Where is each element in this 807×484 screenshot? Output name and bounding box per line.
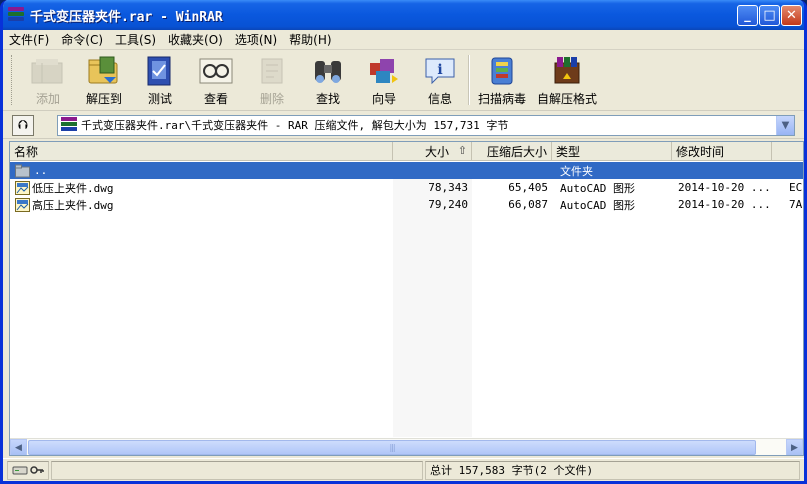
- menu-bar: 文件(F) 命令(C) 工具(S) 收藏夹(O) 选项(N) 帮助(H): [3, 30, 804, 50]
- toolbar-grip[interactable]: [11, 55, 14, 105]
- delete-button[interactable]: 删除: [244, 51, 300, 109]
- sort-up-icon: ⇧: [457, 144, 467, 157]
- status-summary-panel: 总计 157,583 字节(2 个文件): [425, 460, 800, 480]
- title-bar[interactable]: 千式变压器夹件.rar - WinRAR _ □ ✕: [3, 0, 804, 30]
- up-folder-button[interactable]: ⮉: [12, 114, 34, 136]
- maximize-button[interactable]: □: [759, 5, 780, 26]
- dwg-file-icon: [15, 197, 30, 212]
- add-icon: [29, 54, 67, 88]
- column-header-packed[interactable]: 压缩后大小: [472, 142, 552, 161]
- column-header-size[interactable]: 大小 ⇧: [393, 142, 472, 161]
- scan-virus-button[interactable]: 扫描病毒: [470, 51, 534, 109]
- test-icon: [141, 54, 179, 88]
- sfx-icon: [548, 54, 586, 88]
- dwg-file-icon: [15, 180, 30, 195]
- column-header-name[interactable]: 名称: [10, 142, 393, 161]
- winrar-window: 千式变压器夹件.rar - WinRAR _ □ ✕ 文件(F) 命令(C) 工…: [0, 0, 807, 484]
- drive-icon[interactable]: [12, 464, 28, 476]
- extract-to-button[interactable]: 解压到: [76, 51, 132, 109]
- status-bar: 总计 157,583 字节(2 个文件): [3, 458, 804, 481]
- archive-icon: [61, 117, 77, 133]
- column-headers: 名称 大小 ⇧ 压缩后大小 类型 修改时间: [10, 142, 803, 161]
- scan-virus-icon: [483, 54, 521, 88]
- add-button[interactable]: 添加: [20, 51, 76, 109]
- sfx-button[interactable]: 自解压格式: [534, 51, 600, 109]
- path-combobox[interactable]: 千式变压器夹件.rar\千式变压器夹件 - RAR 压缩文件, 解包大小为 15…: [57, 114, 795, 136]
- menu-file[interactable]: 文件(F): [3, 31, 55, 49]
- key-icon[interactable]: [30, 464, 44, 476]
- binoculars-icon: [309, 54, 347, 88]
- status-summary: 总计 157,583 字节(2 个文件): [430, 464, 594, 477]
- horizontal-scrollbar[interactable]: ◀ ||| ▶: [10, 438, 803, 455]
- close-button[interactable]: ✕: [781, 5, 802, 26]
- menu-favorites[interactable]: 收藏夹(O): [162, 31, 229, 49]
- chevron-down-icon[interactable]: ▼: [776, 115, 794, 135]
- scroll-left-button[interactable]: ◀: [10, 439, 27, 455]
- minimize-button[interactable]: _: [737, 5, 758, 26]
- menu-tools[interactable]: 工具(S): [109, 31, 162, 49]
- delete-icon: [253, 54, 291, 88]
- svg-text:i: i: [437, 62, 442, 78]
- wizard-icon: [365, 54, 403, 88]
- info-button[interactable]: i 信息: [412, 51, 468, 109]
- menu-commands[interactable]: 命令(C): [55, 31, 109, 49]
- scroll-right-button[interactable]: ▶: [786, 439, 803, 455]
- address-bar: ⮉ 千式变压器夹件.rar\千式变压器夹件 - RAR 压缩文件, 解包大小为 …: [3, 112, 804, 139]
- menu-options[interactable]: 选项(N): [229, 31, 283, 49]
- view-glasses-icon: [197, 54, 235, 88]
- test-button[interactable]: 测试: [132, 51, 188, 109]
- column-header-modified[interactable]: 修改时间: [672, 142, 772, 161]
- status-left-panel: [51, 460, 423, 480]
- table-row[interactable]: 高压上夹件.dwg 79,240 66,087 AutoCAD 图形 2014-…: [10, 196, 803, 213]
- toolbar: 添加 解压到 测试 查看 删除 查找 向导 i 信息 扫描病毒 自解压格式: [3, 51, 804, 111]
- info-icon: i: [421, 54, 459, 88]
- menu-help[interactable]: 帮助(H): [283, 31, 337, 49]
- column-header-type[interactable]: 类型: [552, 142, 672, 161]
- table-row[interactable]: .. 文件夹: [10, 162, 803, 179]
- extract-folder-icon: [85, 54, 123, 88]
- table-row[interactable]: 低压上夹件.dwg 78,343 65,405 AutoCAD 图形 2014-…: [10, 179, 803, 196]
- scroll-thumb[interactable]: |||: [28, 440, 756, 455]
- view-button[interactable]: 查看: [188, 51, 244, 109]
- find-button[interactable]: 查找: [300, 51, 356, 109]
- file-list[interactable]: 名称 大小 ⇧ 压缩后大小 类型 修改时间 .. 文件夹 低压上夹件.dwg 7…: [9, 141, 804, 456]
- status-drive-panel: [7, 460, 49, 480]
- column-header-extra[interactable]: [772, 142, 803, 161]
- wizard-button[interactable]: 向导: [356, 51, 412, 109]
- window-title: 千式变压器夹件.rar - WinRAR: [30, 9, 223, 25]
- archive-path: 千式变压器夹件.rar\千式变压器夹件 - RAR 压缩文件, 解包大小为 15…: [81, 119, 509, 132]
- winrar-app-icon[interactable]: [8, 7, 24, 23]
- up-arrow-icon: ⮉: [18, 117, 28, 133]
- parent-folder-icon: [15, 164, 30, 177]
